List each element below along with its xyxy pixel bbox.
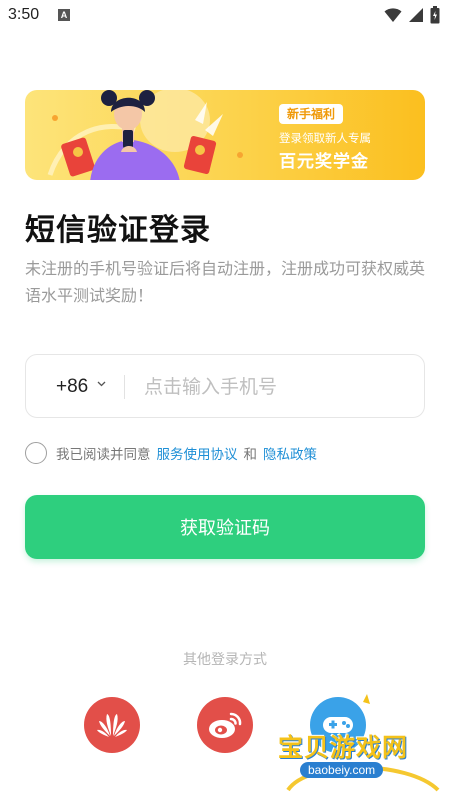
status-bar: 3:50 A: [0, 0, 450, 32]
phone-input-box: +86: [25, 354, 425, 418]
privacy-policy-link[interactable]: 隐私政策: [263, 443, 317, 463]
other-login-label: 其他登录方式: [183, 652, 267, 668]
input-divider: [124, 375, 125, 399]
status-time: 3:50: [8, 6, 40, 23]
banner-headline: 百元奖学金: [279, 152, 369, 172]
promo-banner[interactable]: 新手福利 登录领取新人专属 百元奖学金: [25, 90, 425, 180]
agreement-checkbox[interactable]: [25, 442, 47, 464]
country-code-selector[interactable]: +86: [56, 376, 88, 398]
wifi-icon: [384, 8, 402, 22]
banner-subtitle: 登录领取新人专属: [279, 131, 371, 145]
agreement-prefix: 我已阅读并同意: [56, 447, 151, 463]
huawei-login-button[interactable]: [84, 697, 140, 753]
signal-icon: [409, 8, 423, 22]
page-subtitle: 未注册的手机号验证后将自动注册，注册成功可获权威英语水平测试奖励！: [25, 259, 426, 305]
service-agreement-link[interactable]: 服务使用协议: [157, 443, 238, 463]
battery-icon: [430, 6, 440, 24]
agreement-row: 我已阅读并同意 服务使用协议 和 隐私政策: [25, 441, 323, 465]
banner-tag: 新手福利: [279, 104, 344, 124]
page-title: 短信验证登录: [25, 213, 211, 248]
status-icons: [384, 6, 440, 24]
weibo-icon: [209, 712, 242, 738]
phone-input[interactable]: [144, 369, 404, 405]
huawei-icon: [97, 714, 127, 737]
agreement-and: 和: [243, 447, 258, 463]
notification-icon: A: [58, 9, 70, 21]
watermark-url: baobeiy.com: [300, 762, 384, 778]
chevron-down-icon[interactable]: [97, 381, 106, 387]
get-code-button[interactable]: 获取验证码: [25, 495, 425, 559]
banner-illustration: [47, 90, 243, 180]
watermark-text: 宝贝游戏网: [278, 733, 409, 762]
weibo-login-button[interactable]: [197, 697, 253, 753]
